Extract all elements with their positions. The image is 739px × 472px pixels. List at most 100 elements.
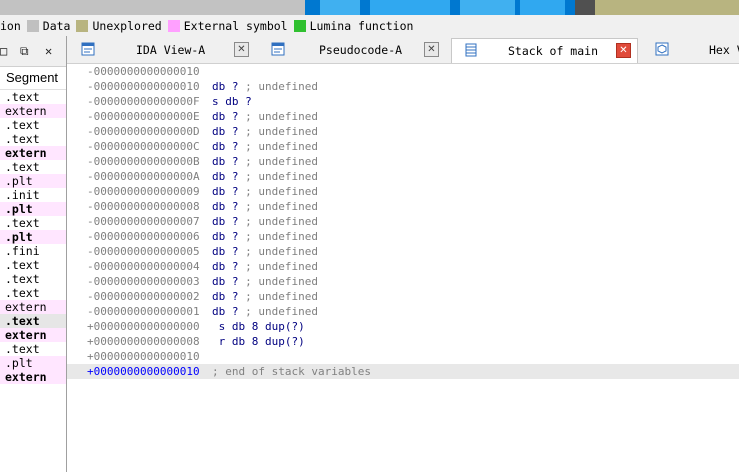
- stack-line[interactable]: -0000000000000001 db ? ; undefined: [67, 304, 739, 319]
- declaration-text: s db ?: [212, 95, 252, 108]
- segment-row[interactable]: .text: [0, 286, 66, 300]
- declaration-text: db ?: [212, 290, 239, 303]
- stack-line[interactable]: -0000000000000009 db ? ; undefined: [67, 184, 739, 199]
- declaration-comment: ; undefined: [238, 245, 318, 258]
- segment-column-header[interactable]: Segment: [0, 67, 66, 90]
- stack-offset: -0000000000000002: [87, 290, 200, 303]
- stack-line[interactable]: -000000000000000A db ? ; undefined: [67, 169, 739, 184]
- stack-declaration: db ? ; undefined: [212, 274, 318, 289]
- tab-label: Pseudocode-A: [319, 43, 403, 57]
- segment-row[interactable]: .plt: [0, 230, 66, 244]
- legend-item: Unexplored: [76, 19, 162, 33]
- stack-declaration: db ? ; undefined: [212, 229, 318, 244]
- stack-line[interactable]: -000000000000000D db ? ; undefined: [67, 124, 739, 139]
- stack-declaration: s db 8 dup(?): [212, 319, 305, 334]
- stack-line[interactable]: -0000000000000008 db ? ; undefined: [67, 199, 739, 214]
- segment-row[interactable]: .text: [0, 160, 66, 174]
- nav-band-function-region-4: [520, 0, 565, 15]
- segment-row[interactable]: extern: [0, 328, 66, 342]
- legend-item: Data: [26, 18, 71, 33]
- legend-item: ion: [0, 19, 21, 33]
- declaration-text: db ?: [212, 305, 239, 318]
- stack-line[interactable]: -000000000000000C db ? ; undefined: [67, 139, 739, 154]
- close-icon[interactable]: ✕: [424, 42, 439, 57]
- tab-pseudocode-a[interactable]: Pseudocode-A ✕: [259, 38, 444, 62]
- disassembly-icon: [81, 42, 95, 56]
- stack-line[interactable]: -0000000000000005 db ? ; undefined: [67, 244, 739, 259]
- close-icon[interactable]: ✕: [234, 42, 249, 57]
- stack-offset: -000000000000000F: [87, 95, 200, 108]
- segment-row[interactable]: .init: [0, 188, 66, 202]
- tab-hex-view[interactable]: Hex V: [643, 38, 739, 62]
- stack-line[interactable]: -0000000000000006 db ? ; undefined: [67, 229, 739, 244]
- segment-row[interactable]: .plt: [0, 202, 66, 216]
- declaration-comment: ; undefined: [238, 80, 318, 93]
- declaration-text: db ?: [212, 155, 239, 168]
- stack-offset: -0000000000000001: [87, 305, 200, 318]
- segment-row[interactable]: .text: [0, 342, 66, 356]
- stack-line[interactable]: -0000000000000002 db ? ; undefined: [67, 289, 739, 304]
- declaration-comment: ; undefined: [238, 260, 318, 273]
- close-icon[interactable]: ✕: [616, 43, 631, 58]
- stack-declaration: db ? ; undefined: [212, 259, 318, 274]
- stack-declaration: db ? ; undefined: [212, 199, 318, 214]
- stack-line[interactable]: -0000000000000007 db ? ; undefined: [67, 214, 739, 229]
- segments-panel: □ ⧉ ✕ Segment .text extern .text .text exter…: [0, 36, 67, 472]
- declaration-text: db ?: [212, 275, 239, 288]
- stack-line[interactable]: -0000000000000004 db ? ; undefined: [67, 259, 739, 274]
- segment-row[interactable]: .text: [0, 272, 66, 286]
- legend-label: Data: [42, 18, 71, 33]
- stack-line[interactable]: -0000000000000010 db ? ; undefined: [67, 79, 739, 94]
- stack-declaration: r db 8 dup(?): [212, 334, 305, 349]
- segment-row[interactable]: .plt: [0, 356, 66, 370]
- stack-line[interactable]: -0000000000000003 db ? ; undefined: [67, 274, 739, 289]
- segment-row[interactable]: .text: [0, 90, 66, 104]
- segment-row[interactable]: .text: [0, 132, 66, 146]
- declaration-text: db ?: [212, 245, 239, 258]
- stack-offset: +0000000000000010: [87, 365, 200, 378]
- tab-ida-view-a[interactable]: IDA View-A ✕: [69, 38, 254, 62]
- navigation-band[interactable]: [0, 0, 739, 15]
- nav-band-function-region-2: [370, 0, 450, 15]
- declaration-text: db ?: [212, 125, 239, 138]
- declaration-comment: ; undefined: [238, 140, 318, 153]
- tab-stack-of-main[interactable]: Stack of main ✕: [451, 38, 638, 63]
- segment-row[interactable]: .text: [0, 118, 66, 132]
- segment-row[interactable]: .text: [0, 216, 66, 230]
- legend-swatch: [76, 19, 89, 32]
- restore-icon[interactable]: □: [0, 44, 7, 58]
- float-icon[interactable]: ⧉: [20, 44, 29, 59]
- stack-line[interactable]: -000000000000000F s db ?: [67, 94, 739, 109]
- close-icon[interactable]: ✕: [45, 44, 52, 58]
- stack-line[interactable]: +0000000000000010 ; end of stack variable…: [67, 364, 739, 379]
- segment-row[interactable]: extern: [0, 300, 66, 314]
- declaration-text: db ?: [212, 260, 239, 273]
- declaration-text: ; end of stack variables: [212, 365, 371, 378]
- legend-swatch: [26, 19, 39, 32]
- stack-line[interactable]: +0000000000000010: [67, 349, 739, 364]
- stack-line[interactable]: -000000000000000E db ? ; undefined: [67, 109, 739, 124]
- stack-frame-view[interactable]: -0000000000000010 -0000000000000010 db ? ;…: [67, 64, 739, 472]
- tab-bar: IDA View-A ✕ Pseudocode-A ✕ Stack of mai…: [67, 36, 739, 64]
- stack-offset: -000000000000000B: [87, 155, 200, 168]
- segment-row[interactable]: .text: [0, 258, 66, 272]
- stack-line[interactable]: -000000000000000B db ? ; undefined: [67, 154, 739, 169]
- segment-row[interactable]: .fini: [0, 244, 66, 258]
- stack-offset: +0000000000000000: [87, 320, 200, 333]
- declaration-comment: ; undefined: [238, 275, 318, 288]
- stack-line[interactable]: +0000000000000000 s db 8 dup(?): [67, 319, 739, 334]
- segment-row[interactable]: extern: [0, 146, 66, 160]
- stack-line[interactable]: -0000000000000010: [67, 64, 739, 79]
- segment-row[interactable]: .plt: [0, 174, 66, 188]
- segment-row[interactable]: extern: [0, 104, 66, 118]
- stack-declaration: db ? ; undefined: [212, 169, 318, 184]
- declaration-text: db ?: [212, 215, 239, 228]
- legend-label: ion: [0, 18, 21, 33]
- segment-row[interactable]: extern: [0, 370, 66, 384]
- stack-offset: -0000000000000010: [87, 80, 200, 93]
- stack-offset: +0000000000000010: [87, 350, 200, 363]
- nav-band-function-region: [320, 0, 360, 15]
- segment-row[interactable]: .text: [0, 314, 66, 328]
- stack-line[interactable]: +0000000000000008 r db 8 dup(?): [67, 334, 739, 349]
- declaration-comment: ; undefined: [238, 290, 318, 303]
